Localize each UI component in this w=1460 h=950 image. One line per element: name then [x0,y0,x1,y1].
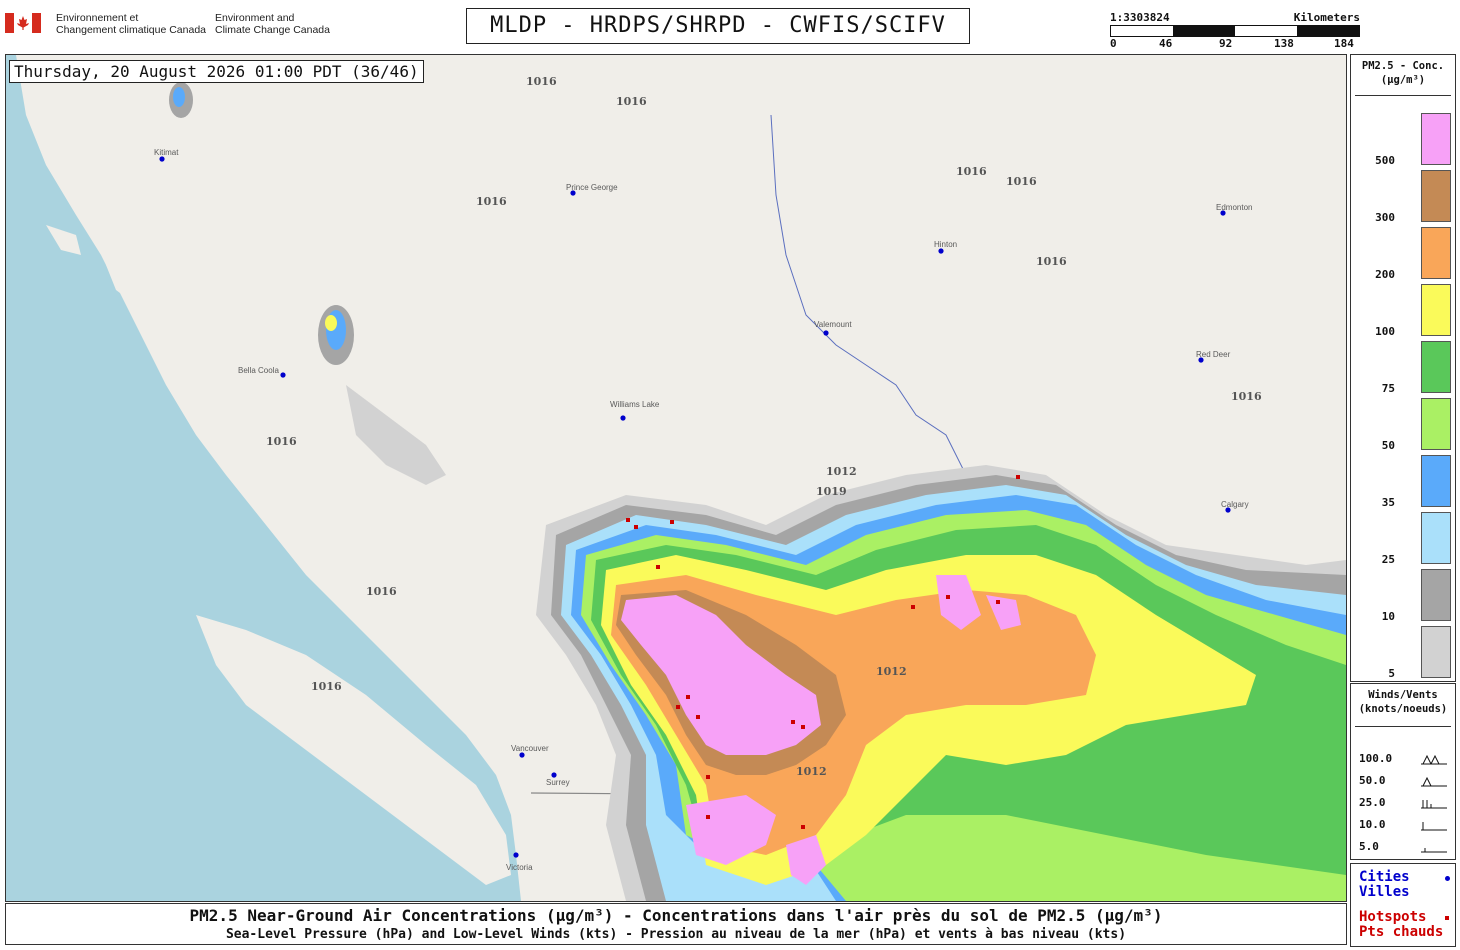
legend-label: 5 [1388,667,1395,680]
legend-label: 75 [1381,382,1395,395]
swatch-100 [1421,284,1451,336]
agency-name-english: Environment and Climate Change Canada [215,12,330,36]
wind-barb-100-icon [1421,754,1447,765]
svg-text:1016: 1016 [1006,175,1037,188]
svg-text:1012: 1012 [876,665,907,678]
product-title: MLDP - HRDPS/SHRPD - CWFIS/SCIFV [466,8,970,44]
legend-label: 200 [1375,268,1395,281]
swatch-10 [1421,569,1451,621]
legend-label: 300 [1375,211,1395,224]
svg-text:Williams Lake: Williams Lake [610,400,660,409]
svg-text:1016: 1016 [366,585,397,598]
wind-barb-25-icon [1421,800,1447,809]
canada-flag-icon [5,13,41,33]
svg-text:Hinton: Hinton [934,240,957,249]
wind-label: 50.0 [1359,774,1386,787]
legend-label: 35 [1381,496,1395,509]
svg-text:Valemount: Valemount [814,320,852,329]
cities-label: Cities [1359,869,1410,885]
svg-text:1016: 1016 [1036,255,1067,268]
legend-title: PM2.5 - Conc. (µg/m³) [1361,60,1445,86]
swatch-25 [1421,512,1451,564]
map-caption: PM2.5 Near-Ground Air Concentrations (µg… [5,903,1347,945]
smoke-forecast-map[interactable]: 1016 1016 1016 1016 1016 1016 1016 1016 … [5,54,1347,902]
swatch-200 [1421,227,1451,279]
wind-label: 5.0 [1359,840,1379,853]
swatch-35 [1421,455,1451,507]
swatch-75 [1421,341,1451,393]
scale-ratio: 1:3303824 [1110,11,1170,24]
agency-name-french: Environnement et Changement climatique Ca… [56,12,207,36]
legend-label: 50 [1381,439,1395,452]
wind-barb-5-icon [1421,848,1447,853]
valid-time-label: Thursday, 20 August 2026 01:00 PDT (36/4… [9,60,424,83]
svg-text:Prince George: Prince George [566,183,618,192]
scale-unit: Kilometers [1293,11,1360,24]
caption-line-1: PM2.5 Near-Ground Air Concentrations (µg… [189,906,1163,925]
legend-label: 100 [1375,325,1395,338]
scale-tick: 0 [1110,37,1117,50]
legend-label: 25 [1381,553,1395,566]
svg-text:1019: 1019 [816,485,847,498]
swatch-50 [1421,398,1451,450]
scale-tick: 92 [1219,37,1233,50]
scale-tick: 184 [1334,37,1354,50]
svg-text:1012: 1012 [796,765,827,778]
wind-legend-title: Winds/Vents (knots/noeuds) [1358,689,1448,715]
svg-text:1016: 1016 [956,165,987,178]
svg-text:Edmonton: Edmonton [1216,203,1252,212]
wind-barb-50-icon [1421,776,1447,787]
svg-text:1016: 1016 [1231,390,1262,403]
svg-text:Calgary: Calgary [1221,500,1249,509]
swatch-500 [1421,113,1451,165]
svg-text:1016: 1016 [526,75,557,88]
hotspot-square-icon [1445,916,1449,920]
scale-bar-graphic [1110,25,1360,37]
caption-line-2: Sea-Level Pressure (hPa) and Low-Level W… [225,927,1127,942]
scale-tick: 138 [1274,37,1294,50]
hotspots-label: Hotspots [1359,909,1427,925]
legend-label: 500 [1375,154,1395,167]
svg-text:Vancouver: Vancouver [511,744,549,753]
wind-legend: Winds/Vents (knots/noeuds) 100.0 50.0 25.… [1350,683,1456,860]
villes-label: Villes [1359,884,1410,900]
svg-text:Victoria: Victoria [506,863,533,872]
wind-label: 100.0 [1359,752,1393,765]
scale-bar: 1:3303824 Kilometers 0 46 92 138 184 [1108,9,1360,51]
svg-text:1016: 1016 [266,435,297,448]
svg-text:1016: 1016 [311,680,342,693]
swatch-300 [1421,170,1451,222]
concentration-legend: PM2.5 - Conc. (µg/m³) 500 300 200 100 75 … [1350,54,1456,682]
swatch-5 [1421,626,1451,678]
svg-text:Bella Coola: Bella Coola [238,366,279,375]
svg-text:1016: 1016 [616,95,647,108]
city-dot-icon [1445,876,1450,881]
wind-barb-10-icon [1421,822,1447,831]
wind-label: 25.0 [1359,796,1386,809]
pts-chauds-label: Pts chauds [1359,924,1444,940]
svg-text:1016: 1016 [476,195,507,208]
svg-text:1012: 1012 [826,465,857,478]
legend-label: 10 [1381,610,1395,623]
wind-label: 10.0 [1359,818,1386,831]
svg-text:Surrey: Surrey [546,778,570,787]
svg-text:Red Deer: Red Deer [1196,350,1231,359]
svg-text:Kitimat: Kitimat [154,148,179,157]
scale-tick: 46 [1159,37,1173,50]
points-legend: Cities Villes Hotspots Pts chauds [1350,863,1456,947]
